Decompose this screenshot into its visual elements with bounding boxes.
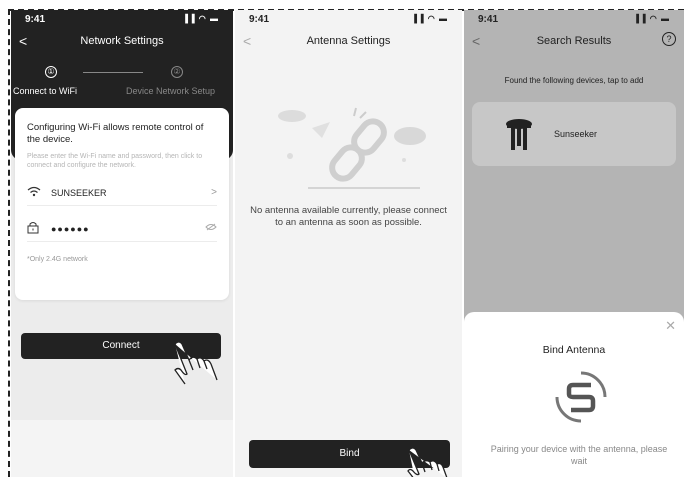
bottom-area [11, 420, 233, 477]
wifi-form-card: Configuring Wi-Fi allows remote control … [15, 108, 229, 300]
broken-link-illustration [278, 107, 426, 189]
wifi-name-field[interactable]: SUNSEEKER > [27, 180, 217, 206]
step-2-icon: ② [171, 66, 183, 78]
back-icon[interactable]: < [472, 32, 480, 50]
close-icon[interactable]: ✕ [665, 318, 676, 334]
password-field[interactable]: ●●●●●● [27, 216, 217, 242]
intro-text: Configuring Wi-Fi allows remote control … [27, 122, 204, 145]
back-icon[interactable]: < [243, 32, 251, 50]
sheet-title: Bind Antenna [542, 344, 606, 356]
chevron-right-icon[interactable]: > [211, 187, 217, 198]
status-bar: 9:41 ▐▐ ◠ ▬ [235, 10, 462, 28]
step-2-label: Device Network Setup [126, 86, 216, 96]
status-time: 9:41 [249, 14, 270, 25]
found-devices-text: Found the following devices, tap to add [504, 76, 644, 85]
nav-bar: < Antenna Settings [235, 32, 462, 52]
bind-antenna-sheet: ✕ Bind Antenna Pairing your device with … [464, 312, 684, 477]
status-time: 9:41 [478, 14, 499, 25]
step-1-icon: ① [45, 66, 57, 78]
antenna-settings-screen: 9:41 ▐▐ ◠ ▬ < Antenna Settings No antenn… [235, 10, 462, 477]
status-bar: 9:41 ▐▐ ◠ ▬ [11, 10, 233, 28]
status-bar: 9:41 ▐▐ ◠ ▬ [464, 10, 684, 28]
password-value: ●●●●●● [51, 223, 90, 234]
help-icon[interactable]: ? [662, 32, 676, 46]
network-note: *Only 2.4G network [27, 256, 88, 263]
device-name: Sunseeker [554, 129, 598, 139]
antenna-device-icon [506, 119, 532, 150]
device-item[interactable]: Sunseeker [472, 102, 676, 166]
status-time: 9:41 [25, 14, 46, 25]
nav-bar: < Network Settings [11, 32, 233, 52]
status-icons: ▐▐ ◠ ▬ [411, 14, 448, 23]
brand-logo-icon [555, 371, 607, 423]
wifi-icon [27, 186, 51, 200]
eye-hidden-icon[interactable] [205, 223, 217, 234]
network-settings-screen: 9:41 ▐▐ ◠ ▬ < Network Settings ① ② Conne… [11, 10, 233, 477]
step-connector [83, 72, 143, 73]
pairing-text: Pairing your device with the antenna, pl… [490, 444, 668, 466]
hint-text: Please enter the Wi-Fi name and password… [27, 153, 203, 169]
step-1-label: Connect to WiFi [13, 86, 78, 96]
page-title: Antenna Settings [306, 35, 391, 47]
wifi-name-value: SUNSEEKER [51, 187, 107, 198]
back-icon[interactable]: < [19, 32, 27, 50]
page-title: Search Results [536, 35, 612, 47]
step-indicator: ① ② Connect to WiFi Device Network Setup [11, 66, 233, 106]
page-title: Network Settings [80, 35, 164, 47]
search-results-screen: 9:41 ▐▐ ◠ ▬ < Search Results ? Found the… [464, 10, 684, 477]
tap-hand-icon [174, 341, 218, 385]
lock-icon [27, 221, 51, 237]
tap-hand-icon [407, 447, 448, 477]
status-icons: ▐▐ ◠ ▬ [182, 14, 219, 23]
nav-bar: < Search Results ? [464, 32, 684, 52]
status-icons: ▐▐ ◠ ▬ [633, 14, 670, 23]
dashed-border-left [8, 9, 10, 477]
empty-state-text: No antenna available currently, please c… [250, 205, 447, 228]
